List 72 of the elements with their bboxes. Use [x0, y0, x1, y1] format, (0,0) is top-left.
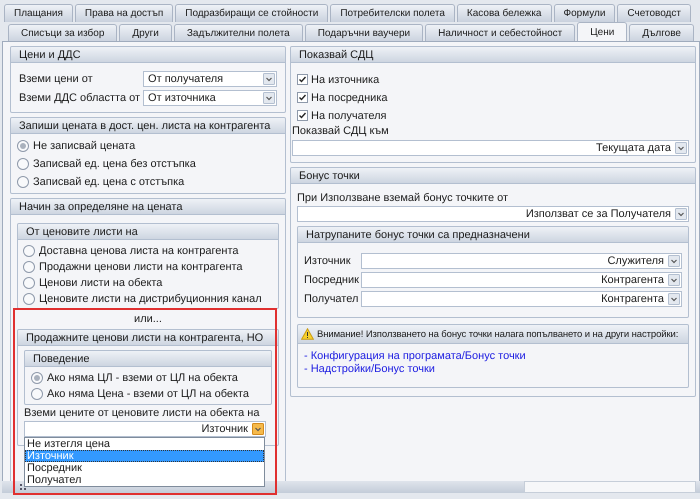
separator-text: или...: [134, 313, 162, 325]
tab[interactable]: Списъци за избор: [8, 24, 118, 42]
tab[interactable]: Подразбиращи се стойности: [175, 4, 328, 22]
tab[interactable]: Задължителни полета: [174, 24, 303, 42]
field-label: Вземи ДДС областта от: [19, 92, 140, 104]
tab[interactable]: Подаръчни ваучери: [304, 24, 424, 42]
dropdown-option[interactable]: Получател: [25, 474, 264, 486]
tab[interactable]: Потребителски полета: [330, 4, 455, 22]
radio-button[interactable]: [23, 244, 35, 256]
checkbox[interactable]: [297, 92, 308, 103]
checkbox[interactable]: [297, 110, 308, 121]
dropdown-field[interactable]: Служителя: [360, 252, 682, 268]
field-label: Получател: [304, 292, 359, 304]
group-title: Натрупаните бонус точки са предназначени: [306, 228, 530, 240]
settings-link[interactable]: - Надстройки/Бонус точки: [304, 363, 682, 375]
checkbox[interactable]: [297, 74, 308, 85]
field-label: Посредник: [304, 274, 359, 286]
field-label: При Използване вземай бонус точките от: [297, 192, 510, 204]
radio-button[interactable]: [31, 372, 43, 384]
radio-button[interactable]: [31, 388, 43, 400]
radio-button[interactable]: [17, 158, 29, 170]
radio-label: Ценовите листи на дистрибуционния канал: [39, 292, 262, 304]
group-title: Продажните ценови листи на контрагента, НО: [26, 332, 264, 344]
radio-button[interactable]: [23, 260, 35, 272]
radio-label: Ако няма Цена - вземи от ЦЛ на обекта: [47, 388, 249, 400]
tab[interactable]: Цени: [577, 22, 628, 42]
group-title: Показвай СДЦ: [299, 48, 374, 60]
dropdown-option[interactable]: Посредник: [25, 462, 264, 474]
dropdown-field[interactable]: Контрагента: [360, 272, 682, 288]
dropdown-field[interactable]: Текущата дата: [292, 140, 689, 156]
tab[interactable]: Формули: [554, 4, 616, 22]
settings-link[interactable]: - Конфигурация на програмата/Бонус точки: [304, 350, 682, 362]
checkbox-label: На посредника: [311, 92, 388, 104]
tab[interactable]: Права на достъп: [74, 4, 174, 22]
warning-icon: [301, 328, 314, 340]
radio-button[interactable]: [17, 176, 29, 188]
group-title: Запиши цената в дост. цен. листа на контрагента: [19, 120, 270, 132]
tab[interactable]: Касова бележка: [456, 4, 552, 22]
field-label: Източник: [304, 254, 352, 266]
checkbox-label: На източника: [311, 74, 380, 86]
group-title: Поведение: [33, 352, 90, 364]
dropdown-field[interactable]: Контрагента: [360, 290, 682, 306]
group-title: Начин за определяне на цената: [19, 200, 182, 212]
field-label: Показвай СДЦ към: [292, 125, 390, 139]
resize-grip-icon: [20, 484, 26, 490]
radio-label: Ако няма ЦЛ - вземи от ЦЛ на обекта: [47, 372, 238, 384]
tab[interactable]: Счетоводст: [617, 4, 691, 22]
warning-text: Внимание! Използването на бонус точки налага попълването и на други настройки:: [317, 328, 678, 340]
dropdown-field[interactable]: Използват се за Получателя: [297, 206, 689, 222]
dropdown-option[interactable]: Не изтегля цена: [25, 438, 264, 450]
radio-label: Продажни ценови листи на контрагента: [39, 260, 243, 272]
tab[interactable]: Други: [119, 24, 172, 42]
radio-label: Не записвай цената: [33, 140, 136, 152]
group-title: От ценовите листи на: [26, 226, 138, 238]
group-title: Бонус точки: [299, 170, 360, 182]
group-title: Цени и ДДС: [19, 48, 81, 60]
dropdown-field[interactable]: Източник: [24, 421, 266, 437]
radio-label: Записвай ед. цена без отстъпка: [33, 158, 196, 170]
tab[interactable]: Наличност и себестойност: [425, 24, 576, 42]
radio-label: Ценови листи на обекта: [39, 276, 162, 288]
radio-button[interactable]: [17, 140, 29, 152]
field-label: Вземи цените от ценовите листи на обекта на: [24, 407, 260, 419]
field-label: Вземи цени от: [19, 72, 94, 84]
dropdown-field[interactable]: От получателя: [143, 70, 277, 86]
checkbox-label: На получателя: [311, 110, 387, 122]
radio-label: Доставна ценова листа на контрагента: [39, 244, 238, 256]
dropdown-field[interactable]: От източника: [143, 90, 277, 106]
radio-button[interactable]: [23, 292, 35, 304]
radio-button[interactable]: [23, 276, 35, 288]
tab[interactable]: Дългове: [629, 24, 694, 42]
tab[interactable]: Плащания: [4, 4, 73, 22]
radio-label: Записвай ед. цена с отстъпка: [33, 176, 184, 188]
